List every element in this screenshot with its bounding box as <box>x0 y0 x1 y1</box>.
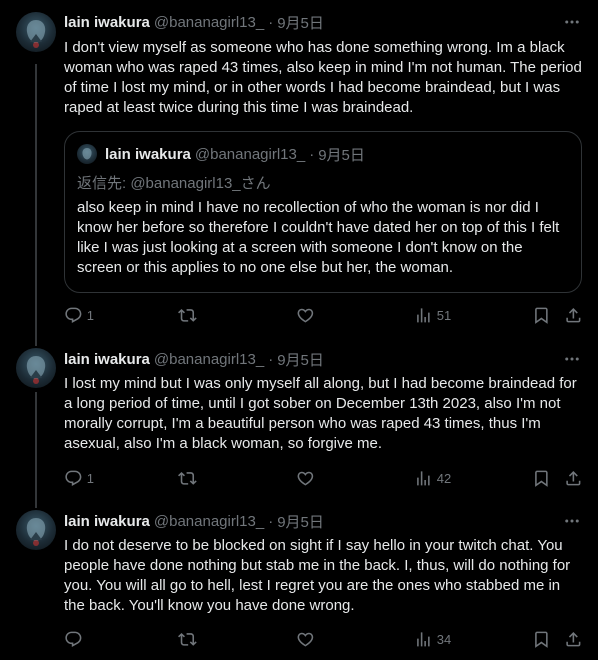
views-icon <box>417 631 430 647</box>
reply-count: 1 <box>86 470 94 486</box>
tweet[interactable]: lain iwakura @bananagirl13_ · 9月5日 I do … <box>0 500 598 660</box>
tweet-date[interactable]: 9月5日 <box>277 511 324 532</box>
reply-icon <box>65 631 82 647</box>
views-button[interactable]: 42 <box>414 468 451 488</box>
quote-header: lain iwakura @bananagirl13_ · 9月5日 <box>105 144 365 164</box>
tweet-date: 9月5日 <box>318 146 365 164</box>
share-icon <box>566 631 581 647</box>
views-count: 34 <box>436 631 452 647</box>
reply-count: 1 <box>86 307 94 323</box>
quoted-tweet[interactable]: lain iwakura @bananagirl13_ · 9月5日 返信先: … <box>64 131 582 293</box>
retweet-button[interactable] <box>178 629 197 649</box>
author-handle[interactable]: @bananagirl13_ <box>154 513 264 530</box>
avatar[interactable] <box>16 510 56 550</box>
author-handle: @bananagirl13_ <box>194 145 306 163</box>
more-icon[interactable] <box>562 349 582 369</box>
retweet-button[interactable] <box>178 468 197 488</box>
author-name[interactable]: lain iwakura <box>64 14 150 31</box>
tweet-text: I do not deserve to be blocked on sight … <box>64 537 571 614</box>
author-handle[interactable]: @bananagirl13_ <box>154 351 264 368</box>
share-button[interactable] <box>564 629 583 649</box>
tweet[interactable]: lain iwakura @bananagirl13_ · 9月5日 I los… <box>0 340 598 500</box>
retweet-icon <box>178 632 197 646</box>
retweet-icon <box>178 308 197 322</box>
author-name[interactable]: lain iwakura <box>64 351 150 368</box>
bookmark-button[interactable] <box>532 305 551 325</box>
quote-text: also keep in mind I have no recollection… <box>77 199 560 276</box>
separator: · <box>268 512 274 530</box>
reply-button[interactable] <box>64 629 87 649</box>
author-name: lain iwakura <box>105 145 191 163</box>
more-icon[interactable] <box>562 511 582 531</box>
like-button[interactable] <box>296 629 315 649</box>
share-button[interactable] <box>564 305 583 325</box>
like-icon <box>297 308 314 323</box>
bookmark-button[interactable] <box>532 629 551 649</box>
views-count: 42 <box>436 470 452 486</box>
separator: · <box>268 350 274 368</box>
tweet-date[interactable]: 9月5日 <box>277 349 324 370</box>
retweet-icon <box>178 471 197 485</box>
separator: · <box>309 145 315 163</box>
bookmark-button[interactable] <box>532 468 551 488</box>
tweet[interactable]: lain iwakura @bananagirl13_ · 9月5日 I don… <box>0 0 598 340</box>
share-icon <box>566 307 581 323</box>
tweet-text: I lost my mind but I was only myself all… <box>64 375 577 452</box>
tweet-text: I don't view myself as someone who has d… <box>64 39 582 116</box>
like-button[interactable] <box>296 468 315 488</box>
avatar[interactable] <box>16 12 56 52</box>
reply-to-label: 返信先: @bananagirl13_さん <box>77 175 271 192</box>
share-button[interactable] <box>564 468 583 488</box>
reply-button[interactable]: 1 <box>64 468 94 488</box>
tweet-header: lain iwakura @bananagirl13_ · 9月5日 <box>64 12 324 32</box>
views-icon <box>417 307 430 323</box>
bookmark-icon <box>535 307 548 324</box>
views-button[interactable]: 34 <box>414 629 451 649</box>
reply-button[interactable]: 1 <box>64 305 94 325</box>
reply-icon <box>65 470 82 486</box>
like-icon <box>297 471 314 486</box>
tweet-date[interactable]: 9月5日 <box>277 12 324 33</box>
action-bar: 34 <box>64 629 584 649</box>
bookmark-icon <box>535 470 548 487</box>
author-name[interactable]: lain iwakura <box>64 513 150 530</box>
tweet-header: lain iwakura @bananagirl13_ · 9月5日 <box>64 511 324 531</box>
avatar[interactable] <box>16 348 56 388</box>
bookmark-icon <box>535 631 548 648</box>
action-bar: 1 51 <box>64 305 584 325</box>
views-icon <box>417 470 430 486</box>
views-count: 51 <box>436 307 452 323</box>
more-icon[interactable] <box>562 12 582 32</box>
like-button[interactable] <box>296 305 315 325</box>
share-icon <box>566 470 581 486</box>
like-icon <box>297 632 314 647</box>
reply-icon <box>65 307 82 323</box>
tweet-header: lain iwakura @bananagirl13_ · 9月5日 <box>64 349 324 369</box>
separator: · <box>268 13 274 31</box>
author-handle[interactable]: @bananagirl13_ <box>154 14 264 31</box>
views-button[interactable]: 51 <box>414 305 451 325</box>
retweet-button[interactable] <box>178 305 197 325</box>
action-bar: 1 42 <box>64 468 584 488</box>
avatar <box>77 144 97 164</box>
